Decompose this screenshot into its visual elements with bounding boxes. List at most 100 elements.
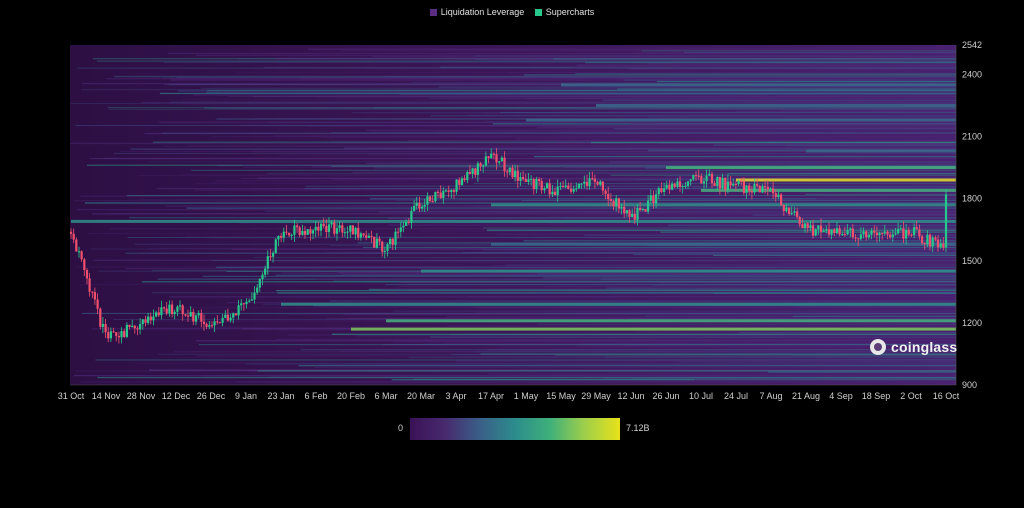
candle-body (434, 191, 437, 202)
heatmap-streak (352, 112, 956, 114)
heatmap-streak (778, 335, 956, 338)
candle-body (817, 225, 820, 230)
legend-swatch-liquidation (429, 8, 437, 16)
candle-body (197, 313, 200, 316)
candle-body (442, 190, 445, 198)
candle-body (431, 201, 434, 203)
candle-body (748, 185, 751, 192)
candle-body (160, 307, 163, 316)
candle-body (790, 212, 793, 214)
candle-body (152, 316, 155, 321)
candle-body (660, 188, 663, 192)
candle-body (242, 303, 245, 305)
candle-body (75, 239, 78, 252)
heatmap-streak (265, 210, 956, 212)
candle-body (867, 234, 870, 238)
x-tick-label: 7 Aug (759, 391, 782, 401)
heatmap-streak (125, 252, 957, 254)
candle-body (721, 177, 724, 189)
heatmap-streak (735, 110, 956, 112)
candle-body (551, 191, 554, 195)
candle-body (484, 156, 487, 166)
candle-body (599, 181, 602, 185)
candle-body (240, 303, 243, 306)
heatmap-streak (460, 356, 956, 358)
candle-body (375, 238, 378, 248)
candle-body (189, 312, 192, 317)
heatmap-streak (304, 274, 956, 275)
heatmap-streak (70, 103, 956, 104)
candle-body (758, 185, 761, 193)
candle-body (567, 185, 570, 189)
heatmap-streak (268, 122, 956, 123)
color-scale: 0 7.12B (0, 418, 1024, 440)
candle-body (402, 225, 405, 228)
heatmap-streak (767, 163, 956, 165)
candle-body (593, 178, 596, 182)
candle-body (359, 233, 362, 238)
x-tick-label: 28 Nov (127, 391, 156, 401)
candle-body (272, 252, 275, 257)
heatmap-streak (790, 216, 956, 218)
candle-body (125, 324, 128, 337)
candle-body (88, 278, 91, 292)
heatmap-streak (363, 246, 956, 249)
y-tick-label: 900 (962, 380, 977, 390)
candle-body (883, 231, 886, 234)
candle-body (373, 236, 376, 248)
x-tick-label: 26 Jun (652, 391, 679, 401)
candle-body (503, 157, 506, 172)
candle-body (766, 186, 769, 190)
liquidation-band (736, 178, 956, 182)
candle-body (705, 175, 708, 182)
heatmap-streak (810, 138, 956, 141)
candle-body (389, 238, 392, 245)
heatmap-streak (471, 194, 956, 196)
candle-body (317, 226, 320, 231)
heatmap-streak (164, 61, 956, 63)
heatmap-streak (562, 217, 956, 219)
heatmap-streak (80, 195, 956, 197)
legend-item-liquidation-leverage[interactable]: Liquidation Leverage (429, 7, 525, 17)
candle-body (155, 312, 158, 317)
candle-body (136, 328, 139, 330)
candle-body (181, 305, 184, 315)
candle-body (745, 185, 748, 193)
heatmap-streak (583, 234, 956, 236)
candle-body (604, 190, 607, 194)
candle-body (184, 314, 187, 316)
candle-body (620, 206, 623, 209)
candle-body (426, 196, 429, 205)
candle-body (585, 181, 589, 186)
candle-body (213, 321, 216, 326)
legend-label: Liquidation Leverage (440, 7, 525, 17)
heatmap-streak (543, 277, 956, 279)
candle-body (780, 194, 783, 205)
heatmap-streak (385, 284, 956, 286)
candle-body (859, 234, 862, 240)
candle-body (532, 179, 535, 189)
legend-item-supercharts[interactable]: Supercharts (534, 7, 594, 17)
heatmap-streak (300, 349, 957, 351)
candle-body (942, 243, 945, 248)
candle-body (535, 179, 538, 190)
candle-body (756, 184, 759, 186)
candle-body (830, 229, 833, 235)
x-tick-label: 1 May (514, 391, 539, 401)
liquidation-band (666, 166, 956, 170)
candle-body (226, 314, 229, 321)
candle-body (636, 207, 639, 220)
heatmap-streak (181, 99, 957, 100)
heatmap-streak (642, 63, 956, 65)
candle-body (192, 312, 195, 322)
candle-body (163, 307, 166, 309)
candle-body (274, 239, 277, 253)
candle-body (365, 235, 368, 238)
heatmap-streak (524, 74, 956, 76)
candle-body (314, 226, 317, 231)
candle-body (221, 317, 224, 323)
heatmap-streak (609, 161, 956, 163)
candle-body (522, 177, 525, 180)
candle-body (684, 185, 687, 187)
candle-body (819, 225, 823, 232)
